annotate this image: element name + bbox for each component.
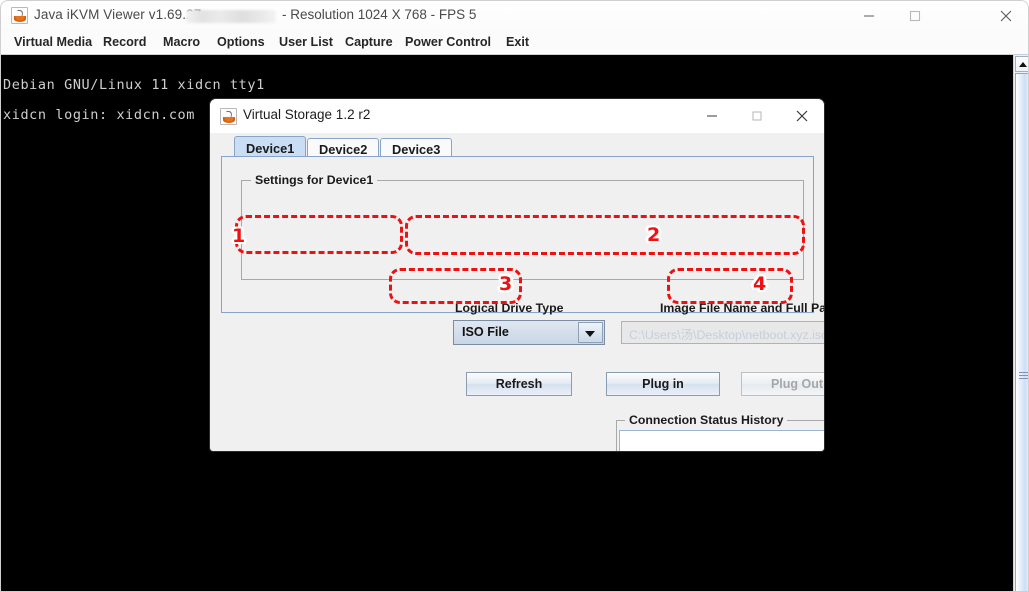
image-path-label: Image File Name and Full Path [660,301,825,315]
app-title-prefix: Java iKVM Viewer v1.69.27 [34,7,202,22]
scrollbar-thumb[interactable] [1015,73,1028,591]
dialog-title: Virtual Storage 1.2 r2 [243,107,371,122]
java-coffee-cup-icon [11,7,28,24]
plug-in-button-label: Plug in [642,377,684,391]
menu-item-capture[interactable]: Capture [342,34,396,50]
minimize-icon[interactable] [689,99,734,132]
refresh-button-label: Refresh [495,377,543,391]
maximize-icon[interactable] [892,1,938,31]
close-icon[interactable] [779,99,824,132]
menu-item-options[interactable]: Options [214,34,268,50]
plug-out-button-label: Plug Out [770,377,824,391]
menu-item-virtual-media[interactable]: Virtual Media [11,34,95,50]
menu-item-power-control[interactable]: Power Control [402,34,494,50]
minimize-icon[interactable] [846,1,892,31]
device1-tab-panel: Settings for Device1 [221,156,814,313]
chevron-down-icon[interactable] [578,322,603,343]
virtual-storage-dialog: Virtual Storage 1.2 r2 Device1 Device2 D… [209,98,825,452]
connection-status-history-title: Connection Status History [625,413,788,427]
terminal-line: Debian GNU/Linux 11 xidcn tty1 [3,77,265,93]
menu-item-record[interactable]: Record [100,34,149,50]
app-title-redaction [186,10,276,23]
java-coffee-cup-icon [220,108,237,125]
refresh-button[interactable]: Refresh [466,372,572,396]
dialog-titlebar: Virtual Storage 1.2 r2 [210,99,824,134]
app-titlebar: Java iKVM Viewer v1.69.27 - Resolution 1… [1,1,1028,31]
logical-drive-type-value: ISO File [462,325,509,339]
scroll-up-arrow-icon[interactable] [1015,56,1028,72]
scrollbar-grip-icon [1019,372,1028,379]
logical-drive-type-label: Logical Drive Type [455,301,564,315]
console-vertical-scrollbar[interactable] [1013,55,1028,591]
menu-item-macro[interactable]: Macro [160,34,203,50]
app-title-suffix: - Resolution 1024 X 768 - FPS 5 [282,7,477,22]
maximize-icon[interactable] [734,99,779,132]
logical-drive-type-combobox[interactable]: ISO File [453,320,605,345]
close-icon[interactable] [983,1,1028,31]
image-path-field[interactable]: C:\Users\汤\Desktop\netboot.xyz.iso [621,321,825,344]
settings-group-title: Settings for Device1 [251,173,378,187]
menu-item-exit[interactable]: Exit [503,34,532,50]
plug-out-button: Plug Out [741,372,824,396]
ikvm-viewer-window: Java iKVM Viewer v1.69.27 - Resolution 1… [0,0,1029,592]
image-path-value: C:\Users\汤\Desktop\netboot.xyz.iso [629,328,825,342]
settings-group-box: Settings for Device1 [241,173,804,280]
terminal-line: xidcn login: xidcn.com [3,107,196,123]
connection-status-history-textarea[interactable] [619,430,824,451]
app-menubar: Virtual Media Record Macro Options User … [1,31,1028,55]
menu-item-user-list[interactable]: User List [276,34,336,50]
plug-in-button[interactable]: Plug in [606,372,720,396]
